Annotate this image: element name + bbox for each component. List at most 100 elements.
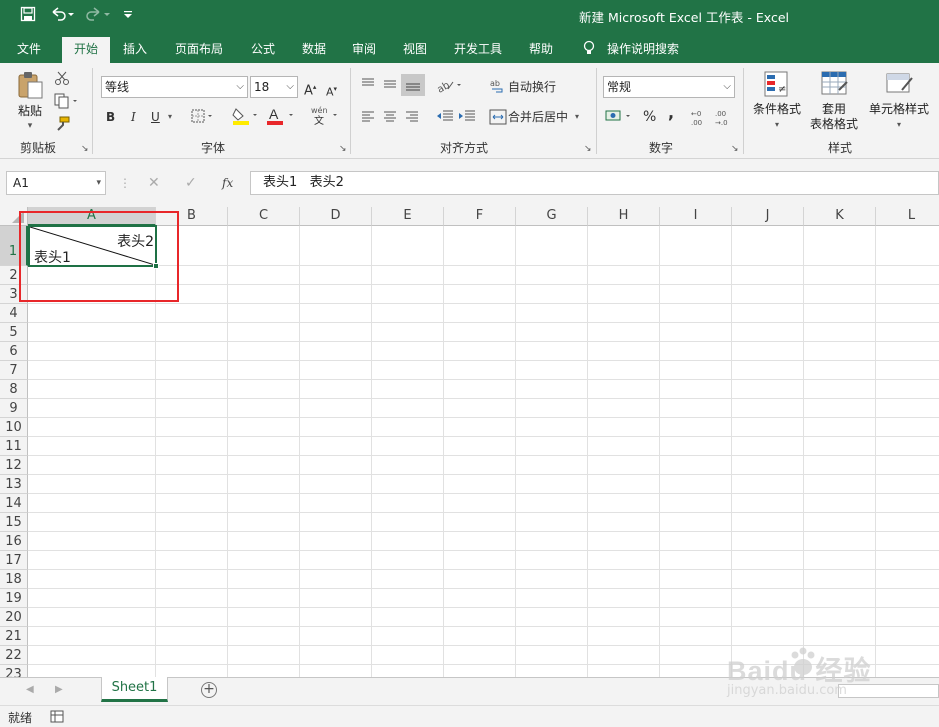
clipboard-launcher-icon[interactable]: ↘ <box>81 144 89 154</box>
more-options-icon[interactable]: ⋮ <box>119 175 131 191</box>
column-header-f[interactable]: F <box>444 207 516 226</box>
chevron-down-icon[interactable]: ▾ <box>168 109 172 125</box>
scroll-left-icon[interactable]: ◀ <box>26 684 34 695</box>
add-sheet-icon[interactable]: + <box>201 682 217 698</box>
comma-button[interactable]: , <box>668 105 674 121</box>
column-header-k[interactable]: K <box>804 207 876 226</box>
decrease-indent-icon[interactable] <box>435 109 455 127</box>
increase-decimal-icon[interactable]: ←0.00 <box>691 108 709 130</box>
wrap-text-icon[interactable]: ab <box>490 78 506 98</box>
row-header-13[interactable]: 13 <box>0 475 28 494</box>
percent-button[interactable]: % <box>643 109 656 125</box>
tab-help[interactable]: 帮助 <box>529 40 553 57</box>
tab-developer[interactable]: 开发工具 <box>454 40 502 57</box>
font-name-combo[interactable]: 等线 ⌵ <box>101 76 248 98</box>
bold-button[interactable]: B <box>106 109 115 125</box>
column-header-i[interactable]: I <box>660 207 732 226</box>
row-header-4[interactable]: 4 <box>0 304 28 323</box>
font-size-combo[interactable]: 18 ⌵ <box>250 76 298 98</box>
row-header-19[interactable]: 19 <box>0 589 28 608</box>
undo-icon[interactable] <box>50 6 76 28</box>
accounting-format-icon[interactable] <box>605 108 635 128</box>
row-header-6[interactable]: 6 <box>0 342 28 361</box>
column-header-h[interactable]: H <box>588 207 660 226</box>
format-as-table-button[interactable]: 套用 表格格式 <box>806 70 862 132</box>
save-icon[interactable] <box>20 6 36 28</box>
column-header-e[interactable]: E <box>372 207 444 226</box>
column-header-j[interactable]: J <box>732 207 804 226</box>
row-header-16[interactable]: 16 <box>0 532 28 551</box>
sheet-tab-sheet1[interactable]: Sheet1 <box>101 677 168 702</box>
column-header-l[interactable]: L <box>876 207 939 226</box>
merge-center-icon[interactable] <box>489 109 507 129</box>
align-center-icon[interactable] <box>382 110 398 128</box>
column-header-g[interactable]: G <box>516 207 588 226</box>
tab-page-layout[interactable]: 页面布局 <box>175 40 223 57</box>
cancel-icon[interactable]: ✕ <box>148 175 160 191</box>
fill-color-icon[interactable] <box>232 106 260 130</box>
cell-styles-button[interactable]: 单元格样式 ▾ <box>865 70 933 132</box>
format-painter-icon[interactable] <box>54 116 70 136</box>
tab-review[interactable]: 审阅 <box>352 40 376 57</box>
name-box[interactable]: A1 ▾ <box>6 171 106 195</box>
font-launcher-icon[interactable]: ↘ <box>339 144 347 154</box>
tab-insert[interactable]: 插入 <box>123 40 147 57</box>
grid-column-line <box>515 226 516 677</box>
phonetic-guide-icon[interactable]: wén 文 <box>310 105 342 130</box>
tab-data[interactable]: 数据 <box>302 40 326 57</box>
increase-font-icon[interactable]: A▴ <box>304 79 316 99</box>
insert-function-button[interactable]: fx <box>222 175 233 191</box>
enter-icon[interactable]: ✓ <box>185 175 197 191</box>
alignment-launcher-icon[interactable]: ↘ <box>584 144 592 154</box>
italic-button[interactable]: I <box>131 109 136 125</box>
tell-me-search[interactable]: 操作说明搜索 <box>607 40 679 57</box>
cut-icon[interactable] <box>54 70 70 90</box>
decrease-font-icon[interactable]: A▾ <box>326 81 337 101</box>
align-bottom-icon[interactable] <box>401 74 425 96</box>
paste-button[interactable]: 粘贴 ▾ <box>14 70 46 134</box>
redo-icon[interactable] <box>86 6 112 28</box>
tab-view[interactable]: 视图 <box>403 40 427 57</box>
tab-home[interactable]: 开始 <box>62 37 111 63</box>
decrease-decimal-icon[interactable]: .00 →.0 <box>715 108 733 130</box>
align-middle-icon[interactable] <box>382 77 398 95</box>
conditional-formatting-button[interactable]: ≠ 条件格式 ▾ <box>749 70 805 132</box>
tab-file[interactable]: 文件 <box>17 40 41 57</box>
number-format-combo[interactable]: 常规 ⌵ <box>603 76 735 98</box>
row-header-12[interactable]: 12 <box>0 456 28 475</box>
merge-center-label[interactable]: 合并后居中 <box>508 109 568 125</box>
number-launcher-icon[interactable]: ↘ <box>731 144 739 154</box>
copy-icon[interactable] <box>54 93 80 113</box>
column-header-d[interactable]: D <box>300 207 372 226</box>
customize-icon[interactable] <box>122 6 134 28</box>
row-header-22[interactable]: 22 <box>0 646 28 665</box>
row-header-14[interactable]: 14 <box>0 494 28 513</box>
column-header-c[interactable]: C <box>228 207 300 226</box>
row-header-20[interactable]: 20 <box>0 608 28 627</box>
align-top-icon[interactable] <box>360 77 376 95</box>
tab-formulas[interactable]: 公式 <box>251 40 275 57</box>
row-header-17[interactable]: 17 <box>0 551 28 570</box>
scroll-right-icon[interactable]: ▶ <box>55 684 63 695</box>
row-header-9[interactable]: 9 <box>0 399 28 418</box>
formula-input[interactable]: 表头1 表头2 <box>250 171 939 195</box>
underline-button[interactable]: U <box>151 109 160 125</box>
wrap-text-label[interactable]: 自动换行 <box>508 79 556 95</box>
row-header-21[interactable]: 21 <box>0 627 28 646</box>
row-header-5[interactable]: 5 <box>0 323 28 342</box>
font-color-icon[interactable]: A <box>266 106 298 130</box>
chevron-down-icon[interactable]: ▾ <box>575 109 579 125</box>
align-left-icon[interactable] <box>360 110 376 128</box>
lightbulb-icon[interactable] <box>582 40 596 59</box>
row-header-7[interactable]: 7 <box>0 361 28 380</box>
align-right-icon[interactable] <box>404 110 420 128</box>
row-header-8[interactable]: 8 <box>0 380 28 399</box>
row-header-11[interactable]: 11 <box>0 437 28 456</box>
increase-indent-icon[interactable] <box>457 109 477 127</box>
orientation-icon[interactable]: ab <box>435 77 464 97</box>
row-header-10[interactable]: 10 <box>0 418 28 437</box>
row-header-18[interactable]: 18 <box>0 570 28 589</box>
row-header-15[interactable]: 15 <box>0 513 28 532</box>
macro-record-icon[interactable] <box>50 710 64 726</box>
borders-icon[interactable] <box>191 109 215 127</box>
